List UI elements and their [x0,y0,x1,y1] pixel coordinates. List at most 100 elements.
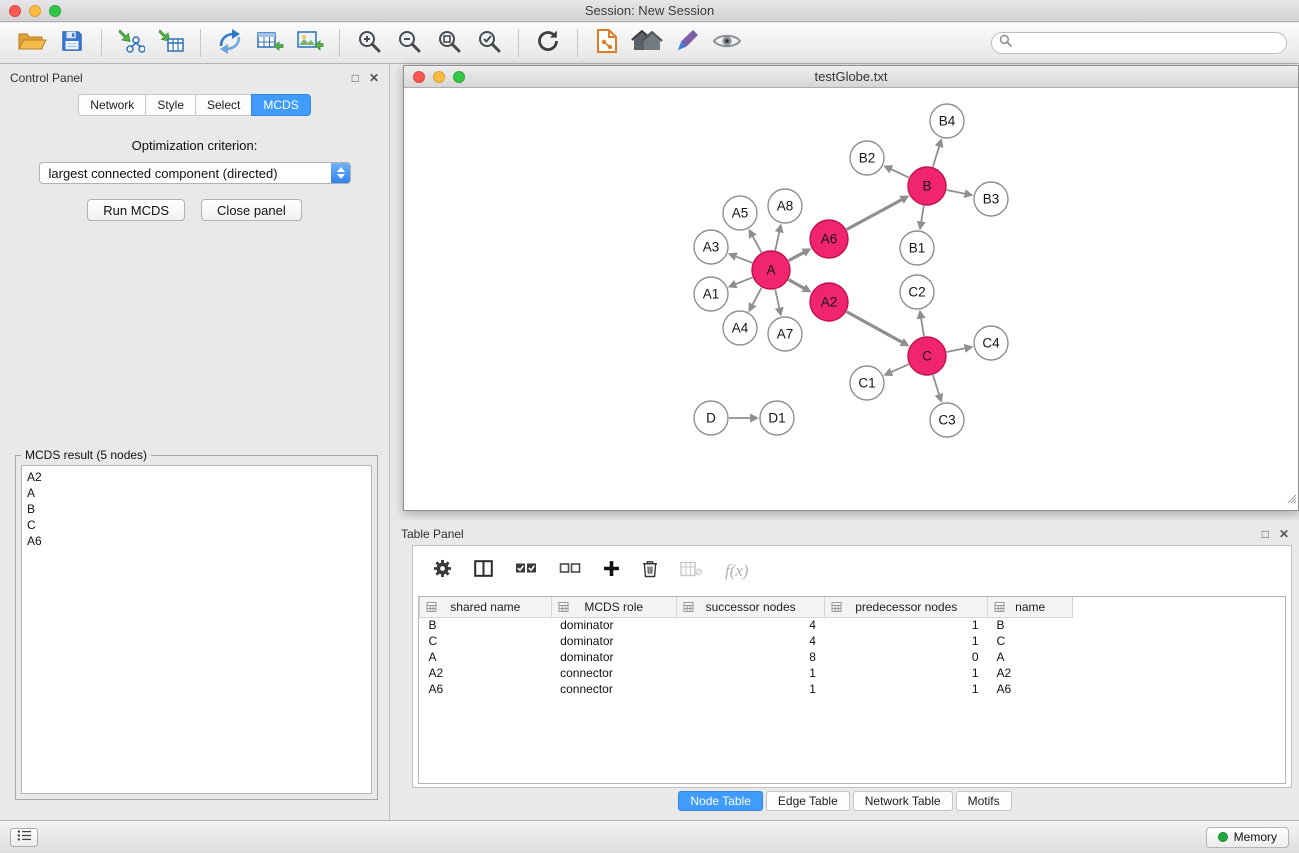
table-cell[interactable]: A [988,649,1073,665]
graph-edge-A-A8[interactable] [775,231,779,250]
table-row[interactable]: A6connector11A6 [420,681,1286,697]
graph-node-B4[interactable]: B4 [930,104,964,138]
graph-edge-B-B1[interactable] [921,206,924,223]
mcds-result-item[interactable]: A6 [27,533,366,549]
show-columns-button[interactable] [474,560,493,582]
mcds-result-item[interactable]: B [27,501,366,517]
clone-network-button[interactable] [210,26,250,60]
export-image-button[interactable] [290,26,330,60]
table-row[interactable]: Cdominator41C [420,633,1286,649]
float-table-panel-icon[interactable]: □ [1262,528,1269,540]
zoom-selected-button[interactable] [469,26,509,60]
close-panel-icon[interactable]: ✕ [369,72,379,84]
open-session-button[interactable] [12,26,52,60]
table-cell[interactable]: 1 [825,617,988,633]
task-history-button[interactable] [10,828,38,847]
tab-select[interactable]: Select [195,94,251,116]
graph-edge-A-A1[interactable] [735,277,752,284]
graph-edge-A-A3[interactable] [735,256,752,263]
graph-node-C[interactable]: C [908,337,946,375]
toolbar-search[interactable] [991,32,1287,54]
graph-node-A6[interactable]: A6 [810,220,848,258]
mcds-result-item[interactable]: A [27,485,366,501]
table-cell[interactable]: 4 [676,617,825,633]
graph-edge-C-C2[interactable] [921,318,924,337]
graph-node-A[interactable]: A [752,251,790,289]
close-panel-button[interactable]: Close panel [201,199,302,221]
close-window-button[interactable] [9,5,21,17]
column-header-MCDS-role[interactable]: MCDS role [551,597,676,617]
graph-edge-B-B2[interactable] [891,169,909,178]
tab-style[interactable]: Style [145,94,195,116]
table-cell[interactable]: A6 [988,681,1073,697]
graph-node-A4[interactable]: A4 [723,311,757,345]
import-table-button[interactable] [151,26,191,60]
memory-button[interactable]: Memory [1206,827,1289,848]
graph-edge-A6-B[interactable] [847,199,903,229]
table-cell[interactable]: dominator [551,633,676,649]
node-table-container[interactable]: shared nameMCDS rolesuccessor nodesprede… [418,596,1286,784]
table-cell[interactable]: 1 [825,681,988,697]
create-column-button[interactable] [603,560,620,582]
table-cell[interactable]: 1 [825,665,988,681]
table-cell[interactable]: 0 [825,649,988,665]
graph-node-D1[interactable]: D1 [760,401,794,435]
column-header-name[interactable]: name [988,597,1073,617]
network-canvas[interactable]: B4B2BB3A5A8A6B1A3AC2A1A2A4A7C4CC1C3DD1 [404,89,1298,510]
graph-node-A1[interactable]: A1 [694,277,728,311]
graph-node-D[interactable]: D [694,401,728,435]
graph-edge-A-A6[interactable] [789,252,805,260]
graph-node-B2[interactable]: B2 [850,141,884,175]
graph-node-A3[interactable]: A3 [694,230,728,264]
refresh-view-button[interactable] [528,26,568,60]
tab-mcds[interactable]: MCDS [251,94,310,116]
save-session-button[interactable] [52,26,92,60]
network-minimize-button[interactable] [433,71,445,83]
graph-edge-C-C1[interactable] [891,364,909,372]
network-close-button[interactable] [413,71,425,83]
graph-node-B3[interactable]: B3 [974,182,1008,216]
table-cell[interactable]: connector [551,681,676,697]
graph-edge-B-B3[interactable] [947,190,966,194]
table-cell[interactable]: A2 [420,665,552,681]
close-table-panel-icon[interactable]: ✕ [1279,528,1289,540]
network-window-titlebar[interactable]: testGlobe.txt [404,66,1298,88]
search-input[interactable] [1017,36,1279,50]
graph-edge-A-A5[interactable] [752,236,761,253]
tab-network[interactable]: Network [78,94,145,116]
mcds-result-list[interactable]: A2ABCA6 [21,465,372,794]
table-row[interactable]: Adominator80A [420,649,1286,665]
import-network-button[interactable] [111,26,151,60]
table-cell[interactable]: 1 [676,665,825,681]
table-cell[interactable]: 1 [825,633,988,649]
graph-edge-A-A2[interactable] [789,280,805,289]
style-brush-button[interactable] [667,26,707,60]
table-cell[interactable]: A6 [420,681,552,697]
graph-node-C1[interactable]: C1 [850,366,884,400]
tab-network-table[interactable]: Network Table [853,791,953,811]
float-panel-icon[interactable]: □ [352,72,359,84]
column-header-successor-nodes[interactable]: successor nodes [676,597,825,617]
table-cell[interactable]: C [420,633,552,649]
deselect-all-button[interactable] [559,561,581,581]
graph-edge-A2-C[interactable] [847,312,903,343]
resize-grip-icon[interactable] [1285,491,1297,509]
optimization-criterion-dropdown[interactable]: largest connected component (directed) [39,162,351,184]
zoom-window-button[interactable] [49,5,61,17]
run-mcds-button[interactable]: Run MCDS [87,199,185,221]
graph-node-C4[interactable]: C4 [974,326,1008,360]
graph-node-A8[interactable]: A8 [768,189,802,223]
graph-edge-C-C3[interactable] [933,375,939,395]
table-settings-button[interactable] [433,559,452,583]
table-cell[interactable]: C [988,633,1073,649]
zoom-fit-button[interactable] [429,26,469,60]
table-cell[interactable]: dominator [551,649,676,665]
network-graph[interactable]: B4B2BB3A5A8A6B1A3AC2A1A2A4A7C4CC1C3DD1 [404,89,1298,510]
home-button[interactable] [627,26,667,60]
table-cell[interactable]: 4 [676,633,825,649]
tab-edge-table[interactable]: Edge Table [766,791,850,811]
table-cell[interactable]: dominator [551,617,676,633]
delete-column-button[interactable] [642,559,658,583]
table-cell[interactable]: B [988,617,1073,633]
tab-motifs[interactable]: Motifs [956,791,1012,811]
